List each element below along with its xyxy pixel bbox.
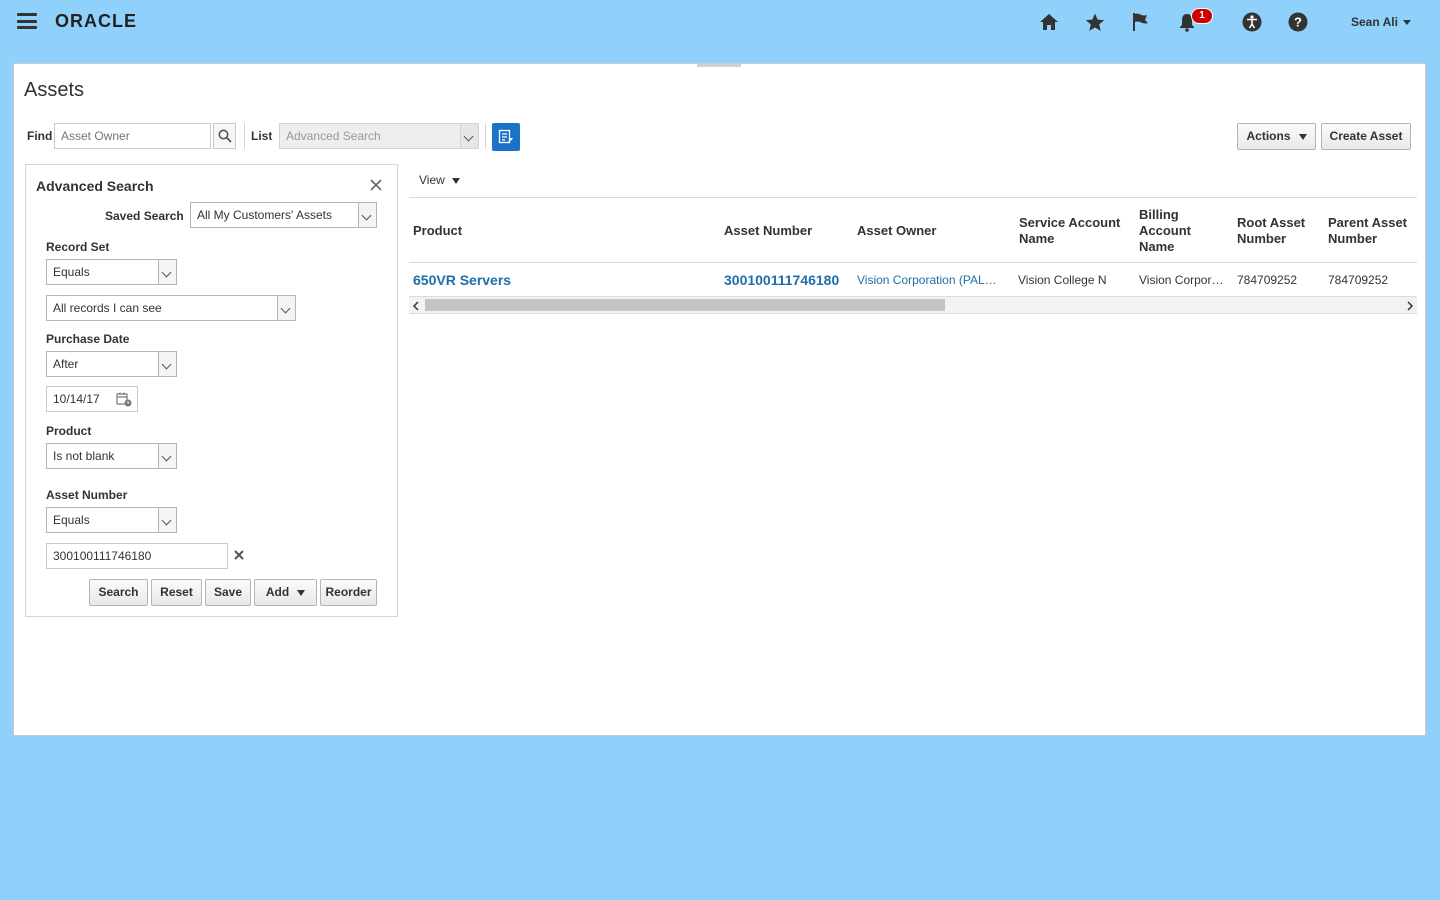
save-button[interactable]: Save	[205, 579, 251, 606]
global-header: ORACLE 1 ? Sean Ali	[0, 0, 1440, 44]
page-title: Assets	[24, 79, 85, 101]
reset-button[interactable]: Reset	[151, 579, 202, 606]
purchase-date-input[interactable]: 10/14/17	[46, 386, 138, 412]
user-menu[interactable]: Sean Ali	[1351, 15, 1411, 29]
scroll-right-arrow-icon[interactable]	[1406, 300, 1414, 311]
notification-count-badge: 1	[1191, 8, 1213, 24]
favorites-star-icon[interactable]	[1084, 11, 1106, 33]
horizontal-scrollbar[interactable]	[409, 296, 1417, 314]
column-header-asset-number[interactable]: Asset Number	[724, 223, 812, 239]
product-operator-value: Is not blank	[53, 449, 115, 463]
search-options-button[interactable]	[492, 123, 520, 151]
home-icon[interactable]	[1038, 11, 1060, 33]
user-name: Sean Ali	[1351, 15, 1398, 29]
table-header-border	[409, 262, 1417, 263]
table-top-border	[409, 197, 1417, 198]
list-select-value: Advanced Search	[286, 129, 381, 143]
close-icon	[234, 550, 244, 560]
view-menu[interactable]: View	[419, 173, 460, 187]
column-header-root-asset-number[interactable]: Root Asset Number	[1237, 215, 1317, 247]
search-button[interactable]: Search	[89, 579, 148, 606]
accessibility-icon[interactable]	[1241, 11, 1263, 33]
svg-text:?: ?	[1294, 15, 1302, 30]
toolbar-divider	[485, 123, 486, 149]
navigator-menu-icon[interactable]	[17, 13, 37, 29]
product-label: Product	[46, 424, 92, 438]
add-fields-button[interactable]: Add	[254, 579, 317, 606]
purchase-date-operator-value: After	[53, 357, 79, 371]
list-select[interactable]: Advanced Search	[279, 123, 479, 149]
caret-down-icon	[1298, 133, 1307, 140]
chevron-down-icon	[358, 203, 376, 227]
parent-asset-cell: 784709252	[1328, 273, 1389, 287]
product-operator-select[interactable]: Is not blank	[46, 443, 177, 469]
asset-number-operator-value: Equals	[53, 513, 90, 527]
service-account-cell: Vision College N	[1018, 273, 1107, 287]
record-set-value: All records I can see	[53, 301, 162, 315]
saved-search-value: All My Customers' Assets	[197, 208, 332, 222]
chevron-down-icon	[277, 296, 295, 320]
actions-label: Actions	[1246, 129, 1291, 143]
billing-account-cell: Vision Corporation	[1139, 273, 1225, 287]
column-header-asset-owner[interactable]: Asset Owner	[857, 223, 936, 239]
record-set-value-select[interactable]: All records I can see	[46, 295, 296, 321]
chevron-down-icon	[158, 260, 176, 284]
oracle-logo: ORACLE	[55, 11, 137, 31]
scroll-left-arrow-icon[interactable]	[412, 300, 420, 311]
asset-number-link[interactable]: 300100111746180	[724, 272, 839, 288]
chevron-down-icon	[158, 352, 176, 376]
toolbar-divider	[244, 123, 245, 149]
close-icon	[370, 179, 382, 191]
column-header-service-account-name[interactable]: Service Account Name	[1019, 215, 1129, 247]
asset-number-input[interactable]: 300100111746180	[46, 543, 228, 569]
panel-drag-handle[interactable]	[697, 64, 741, 67]
purchase-date-value: 10/14/17	[53, 392, 100, 406]
add-label: Add	[265, 585, 290, 599]
find-input[interactable]	[54, 123, 211, 149]
main-panel: Assets Find List Advanced Search Actions…	[13, 63, 1426, 736]
actions-menu-button[interactable]: Actions	[1237, 123, 1316, 150]
asset-number-operator-select[interactable]: Equals	[46, 507, 177, 533]
column-header-product[interactable]: Product	[413, 223, 462, 239]
calendar-icon[interactable]	[116, 392, 132, 407]
chevron-down-icon	[1402, 20, 1411, 26]
remove-asset-number-criterion[interactable]	[233, 549, 247, 563]
column-header-billing-account-name[interactable]: Billing Account Name	[1139, 207, 1199, 255]
record-set-operator-select[interactable]: Equals	[46, 259, 177, 285]
chevron-down-icon	[158, 444, 176, 468]
find-label: Find	[27, 129, 53, 143]
advanced-search-panel: Advanced Search Saved Search All My Cust…	[25, 164, 398, 617]
purchase-date-label: Purchase Date	[46, 332, 130, 346]
list-label: List	[251, 129, 273, 143]
chevron-down-icon	[460, 124, 478, 148]
watchlist-flag-icon[interactable]	[1130, 11, 1152, 33]
search-icon	[218, 129, 232, 143]
advanced-search-title: Advanced Search	[36, 178, 154, 194]
saved-search-label: Saved Search	[105, 209, 184, 223]
caret-down-icon	[451, 177, 460, 184]
column-header-parent-asset-number[interactable]: Parent Asset Number	[1328, 215, 1416, 247]
help-icon[interactable]: ?	[1287, 11, 1309, 33]
asset-owner-link[interactable]: Vision Corporation (PALO ALTO)	[857, 273, 1000, 287]
view-label: View	[419, 173, 445, 187]
purchase-date-operator-select[interactable]: After	[46, 351, 177, 377]
saved-search-select[interactable]: All My Customers' Assets	[190, 202, 377, 228]
asset-number-input-value: 300100111746180	[53, 549, 152, 563]
close-advanced-search-button[interactable]	[369, 178, 385, 194]
record-set-operator-value: Equals	[53, 265, 90, 279]
reorder-button[interactable]: Reorder	[320, 579, 377, 606]
find-search-button[interactable]	[213, 123, 236, 149]
scrollbar-thumb[interactable]	[425, 299, 945, 311]
chevron-down-icon	[158, 508, 176, 532]
asset-number-label: Asset Number	[46, 488, 128, 502]
caret-down-icon	[297, 589, 306, 596]
create-asset-button[interactable]: Create Asset	[1321, 123, 1411, 150]
root-asset-cell: 784709252	[1237, 273, 1298, 287]
product-link[interactable]: 650VR Servers	[413, 272, 511, 288]
record-set-label: Record Set	[46, 240, 110, 254]
form-list-icon	[498, 129, 513, 144]
